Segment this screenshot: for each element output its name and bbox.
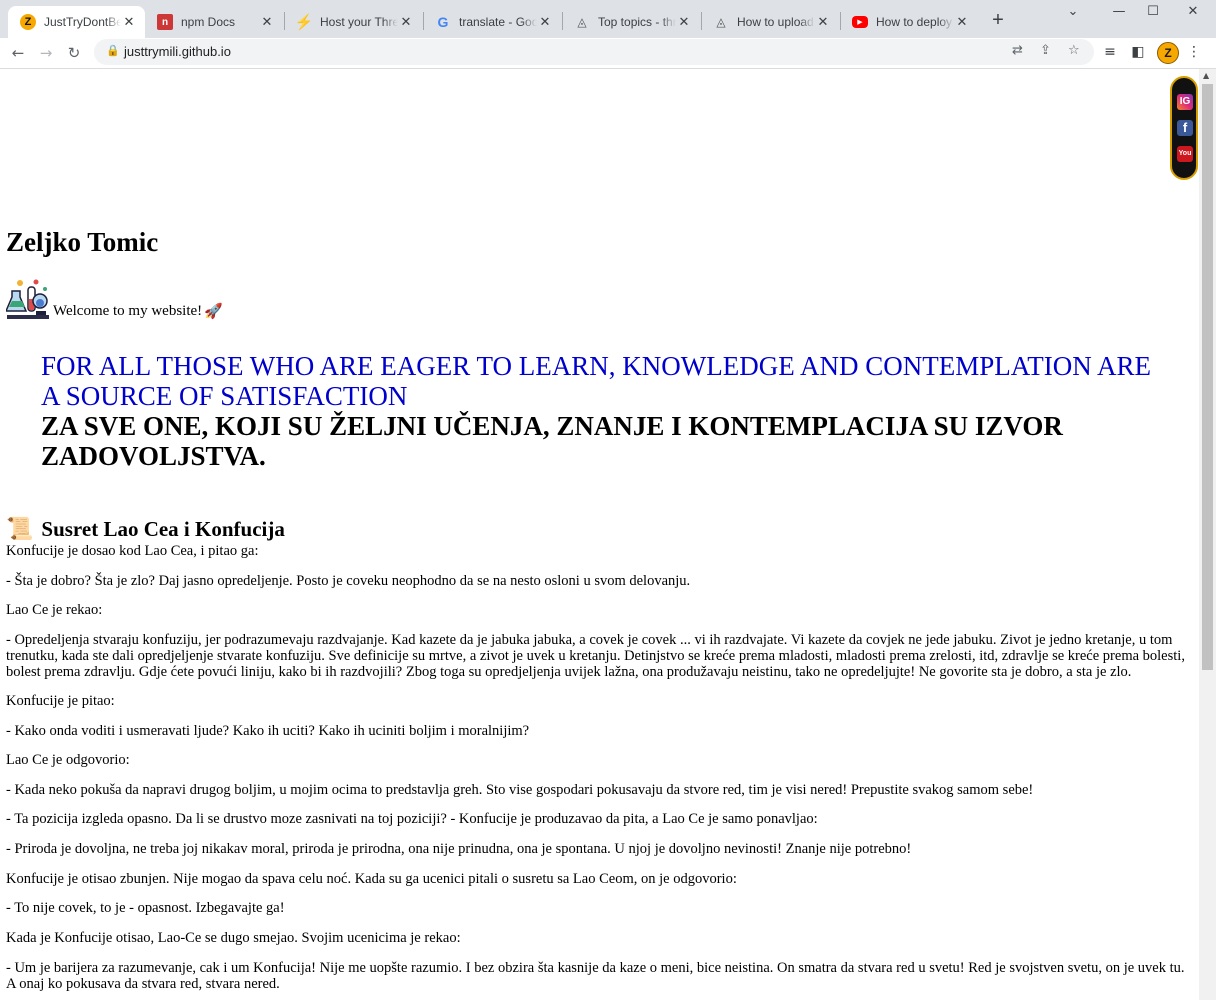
z-logo-icon: Z <box>20 14 36 30</box>
close-icon[interactable]: ✕ <box>121 14 137 30</box>
paragraph: - Šta je dobro? Šta je zlo? Daj jasno op… <box>6 573 691 589</box>
paragraph: - Ta pozicija izgleda opasno. Da li se d… <box>6 811 818 827</box>
translate-icon[interactable]: ⇄ <box>1012 43 1023 58</box>
paragraph: Lao Ce je odgovorio: <box>6 752 130 768</box>
lock-icon[interactable]: 🔒 <box>106 44 120 57</box>
google-icon: G <box>437 14 449 30</box>
welcome-text: Welcome to my website! <box>53 303 203 319</box>
youtube-icon: ▶ <box>852 16 868 28</box>
quote-english: FOR ALL THOSE WHO ARE EAGER TO LEARN, KN… <box>41 351 1151 411</box>
address-bar[interactable]: 🔒 justtrymili.github.io ⇄ ⇪ ☆ <box>94 39 1094 65</box>
paragraph: Kada je Konfucije otisao, Lao-Ce se dugo… <box>6 930 461 946</box>
close-icon[interactable]: ✕ <box>398 14 414 30</box>
close-icon[interactable]: ✕ <box>537 14 553 30</box>
social-sidebar: IG f You <box>1170 76 1198 180</box>
rocket-icon: 🚀 <box>204 304 223 320</box>
tab-npm-docs[interactable]: n npm Docs ✕ <box>145 6 283 38</box>
tab-google-translate[interactable]: G translate - Google ✕ <box>423 6 561 38</box>
close-icon[interactable]: ✕ <box>815 14 831 30</box>
welcome-row: Welcome to my website! 🚀 <box>6 277 223 321</box>
paragraph: - Kako onda voditi i usmeravati ljude? K… <box>6 723 530 739</box>
side-panel-icon[interactable]: ◧ <box>1128 44 1148 60</box>
youtube-icon[interactable]: You <box>1177 146 1193 162</box>
bookmark-star-icon[interactable]: ☆ <box>1068 43 1080 58</box>
scroll-icon: 📜 <box>6 516 34 542</box>
tab-title: translate - Google <box>459 15 537 29</box>
profile-avatar[interactable]: Z <box>1157 42 1179 64</box>
reload-button[interactable]: ↻ <box>62 41 86 65</box>
instagram-icon[interactable]: IG <box>1177 94 1193 110</box>
forward-button[interactable]: → <box>34 41 58 65</box>
tab-top-topics[interactable]: ◬ Top topics - three ✕ <box>562 6 700 38</box>
share-icon[interactable]: ⇪ <box>1040 43 1051 58</box>
tab-title: npm Docs <box>181 15 236 29</box>
laboratory-icon <box>6 279 49 319</box>
paragraph: - To nije covek, to je - opasnost. Izbeg… <box>6 900 285 916</box>
tab-search-icon[interactable]: ⌄ <box>1050 0 1096 24</box>
browser-toolbar: ← → ↻ 🔒 justtrymili.github.io ⇄ ⇪ ☆ ≡ ◧ … <box>0 38 1216 69</box>
section-title-text: Susret Lao Cea i Konfucija <box>41 516 285 541</box>
close-icon[interactable]: ✕ <box>676 14 692 30</box>
tab-host-threejs[interactable]: ⚡ Host your Three.js ✕ <box>284 6 422 38</box>
paragraph: - Priroda je dovoljna, ne treba joj nika… <box>6 841 912 857</box>
paragraph: - Kada neko pokuša da napravi drugog bol… <box>6 782 1034 798</box>
paragraph: - Opredeljenja stvaraju konfuziju, jer p… <box>6 632 1185 680</box>
new-tab-button[interactable]: + <box>986 6 1010 34</box>
paragraph: Konfucije je otisao zbunjen. Nije mogao … <box>6 871 737 887</box>
tab-justtrydontbeshy[interactable]: Z JustTryDontBeShy ✕ <box>8 6 145 38</box>
section-heading: 📜 Susret Lao Cea i Konfucija <box>6 516 285 542</box>
paragraph: Konfucije je dosao kod Lao Cea, i pitao … <box>6 543 259 559</box>
tab-title: Top topics - three <box>598 15 676 29</box>
tab-title: How to upload the <box>737 15 815 29</box>
close-icon[interactable]: ✕ <box>259 14 275 30</box>
lightning-icon: ⚡ <box>294 14 314 31</box>
page-title: Zeljko Tomic <box>6 227 159 257</box>
three-logo-icon: ◬ <box>716 15 726 29</box>
close-icon[interactable]: ✕ <box>954 14 970 30</box>
close-window-button[interactable]: ✕ <box>1170 0 1216 24</box>
tab-how-to-deploy[interactable]: ▶ How to deploy a T ✕ <box>840 6 978 38</box>
url-text[interactable]: justtrymili.github.io <box>124 44 231 59</box>
tab-strip: Z JustTryDontBeShy ✕ n npm Docs ✕ ⚡ Host… <box>0 0 1216 38</box>
paragraph: Konfucije je pitao: <box>6 693 115 709</box>
menu-icon[interactable]: ⋮ <box>1184 44 1204 60</box>
reading-list-icon[interactable]: ≡ <box>1100 44 1120 60</box>
scroll-up-arrow[interactable]: ▲ <box>1203 71 1209 80</box>
npm-icon: n <box>157 14 173 30</box>
tab-title: Host your Three.js <box>320 15 398 29</box>
page-content: Zeljko Tomic Welcome to my website! 🚀 FO… <box>0 69 1199 1000</box>
facebook-icon[interactable]: f <box>1177 120 1193 136</box>
paragraph: Lao Ce je rekao: <box>6 602 103 618</box>
back-button[interactable]: ← <box>6 41 30 65</box>
scrollbar-thumb[interactable] <box>1202 84 1213 670</box>
paragraph: - Um je barijera za razumevanje, cak i u… <box>6 960 1185 992</box>
tab-title: How to deploy a T <box>876 15 954 29</box>
tab-title: JustTryDontBeShy <box>44 15 121 29</box>
quote-serbian: ZA SVE ONE, KOJI SU ŽELJNI UČENJA, ZNANJ… <box>41 411 1063 471</box>
three-logo-icon: ◬ <box>577 15 587 29</box>
tab-how-to-upload[interactable]: ◬ How to upload the ✕ <box>701 6 839 38</box>
